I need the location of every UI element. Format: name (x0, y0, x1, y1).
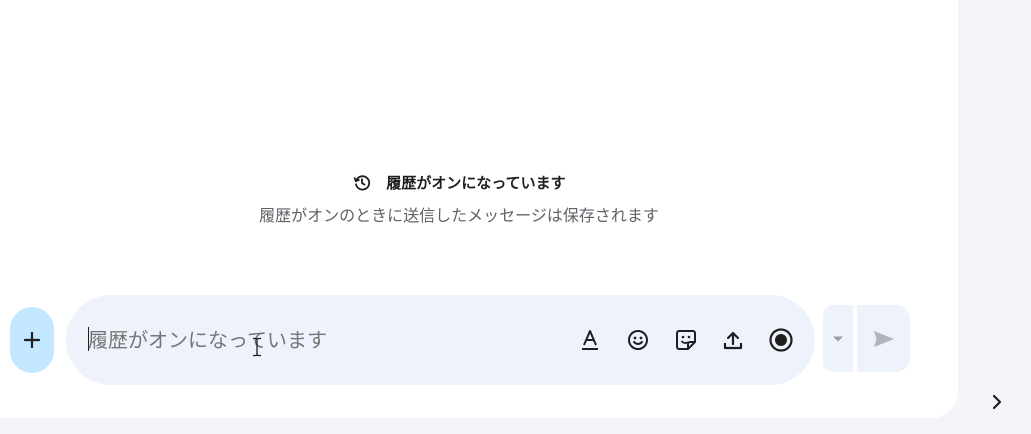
send-button[interactable] (857, 305, 910, 372)
format-text-button[interactable] (576, 326, 604, 354)
record-button[interactable] (767, 326, 795, 354)
add-button[interactable] (10, 307, 54, 373)
message-input[interactable] (88, 325, 548, 355)
plus-icon (23, 331, 41, 349)
message-composer (66, 295, 815, 385)
text-format-icon (582, 330, 598, 350)
upload-icon (723, 331, 743, 350)
record-icon (769, 328, 793, 352)
history-subtitle: 履歴がオンのときに送信したメッセージは保存されます (259, 206, 659, 225)
sticker-icon (676, 330, 696, 350)
emoji-button[interactable] (624, 326, 652, 354)
caret-down-icon (833, 336, 843, 341)
history-clock-icon (354, 174, 371, 190)
expand-sidebar-button[interactable] (985, 391, 1009, 413)
chat-panel: 履歴がオンになっています 履歴がオンのときに送信したメッセージは保存されます (0, 0, 958, 418)
history-status: 履歴がオンになっています (0, 172, 918, 193)
history-title: 履歴がオンになっています (386, 174, 566, 192)
mouse-ibeam-cursor (253, 337, 261, 357)
sticker-button[interactable] (672, 326, 700, 354)
send-icon (873, 330, 894, 347)
upload-button[interactable] (719, 326, 747, 354)
emoji-icon (628, 330, 648, 350)
send-options-button[interactable] (823, 305, 853, 372)
chevron-right-icon (992, 394, 1002, 410)
